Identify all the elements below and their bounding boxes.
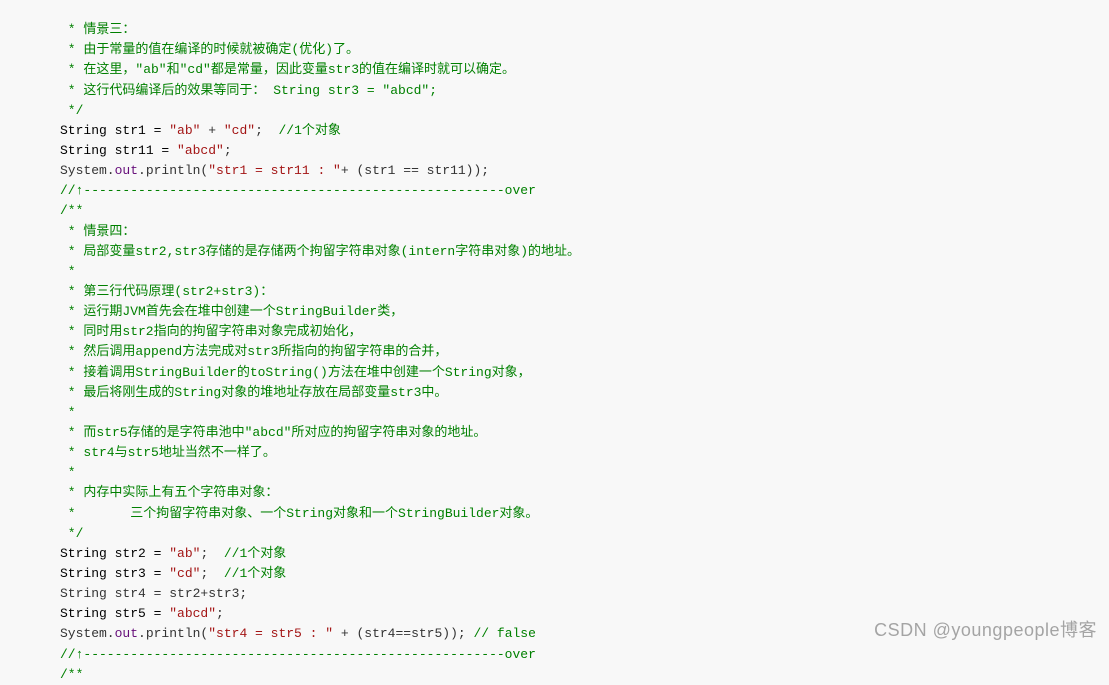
comment-line: * 运行期JVM首先会在堆中创建一个StringBuilder类，: [60, 304, 403, 319]
code-line: String str4 = str2+str3;: [60, 586, 247, 601]
comment-line: * str4与str5地址当然不一样了。: [60, 445, 276, 460]
comment-line: * 而str5存储的是字符串池中"abcd"所对应的拘留字符串对象的地址。: [60, 425, 486, 440]
comment-line: *: [60, 405, 76, 420]
code-line: String str11 = "abcd";: [60, 143, 232, 158]
comment-line: //↑-------------------------------------…: [60, 183, 536, 198]
comment-line: * 情景四：: [60, 224, 135, 239]
code-line: System.out.println("str4 = str5 : " + (s…: [60, 626, 536, 641]
code-block: * 情景三： * 由于常量的值在编译的时候就被确定(优化)了。 * 在这里，"a…: [0, 0, 1109, 685]
comment-line: * 这行代码编译后的效果等同于： String str3 = "abcd";: [60, 83, 437, 98]
comment-line: //↑-------------------------------------…: [60, 647, 536, 662]
comment-line: * 然后调用append方法完成对str3所指向的拘留字符串的合并，: [60, 344, 447, 359]
comment-line: * 同时用str2指向的拘留字符串对象完成初始化，: [60, 324, 362, 339]
comment-line: * 情景三：: [60, 22, 135, 37]
code-line: String str3 = "cd"; //1个对象: [60, 566, 286, 581]
comment-line: * 第三行代码原理(str2+str3)：: [60, 284, 273, 299]
comment-start: /**: [60, 667, 83, 682]
comment-line: * 内存中实际上有五个字符串对象：: [60, 485, 278, 500]
comment-end: */: [60, 526, 83, 541]
comment-line: * 三个拘留字符串对象、一个String对象和一个StringBuilder对象…: [60, 506, 538, 521]
comment-line: *: [60, 264, 76, 279]
code-line: String str1 = "ab" + "cd"; //1个对象: [60, 123, 341, 138]
comment-start: /**: [60, 203, 83, 218]
comment-line: * 在这里，"ab"和"cd"都是常量，因此变量str3的值在编译时就可以确定。: [60, 62, 515, 77]
comment-line: * 接着调用StringBuilder的toString()方法在堆中创建一个S…: [60, 365, 531, 380]
code-line: String str2 = "ab"; //1个对象: [60, 546, 286, 561]
comment-line: * 局部变量str2,str3存储的是存储两个拘留字符串对象(intern字符串…: [60, 244, 580, 259]
comment-end: */: [60, 103, 83, 118]
code-line: String str5 = "abcd";: [60, 606, 224, 621]
code-line: System.out.println("str1 = str11 : "+ (s…: [60, 163, 489, 178]
comment-line: *: [60, 465, 76, 480]
comment-line: * 最后将刚生成的String对象的堆地址存放在局部变量str3中。: [60, 385, 447, 400]
comment-line: * 由于常量的值在编译的时候就被确定(优化)了。: [60, 42, 359, 57]
